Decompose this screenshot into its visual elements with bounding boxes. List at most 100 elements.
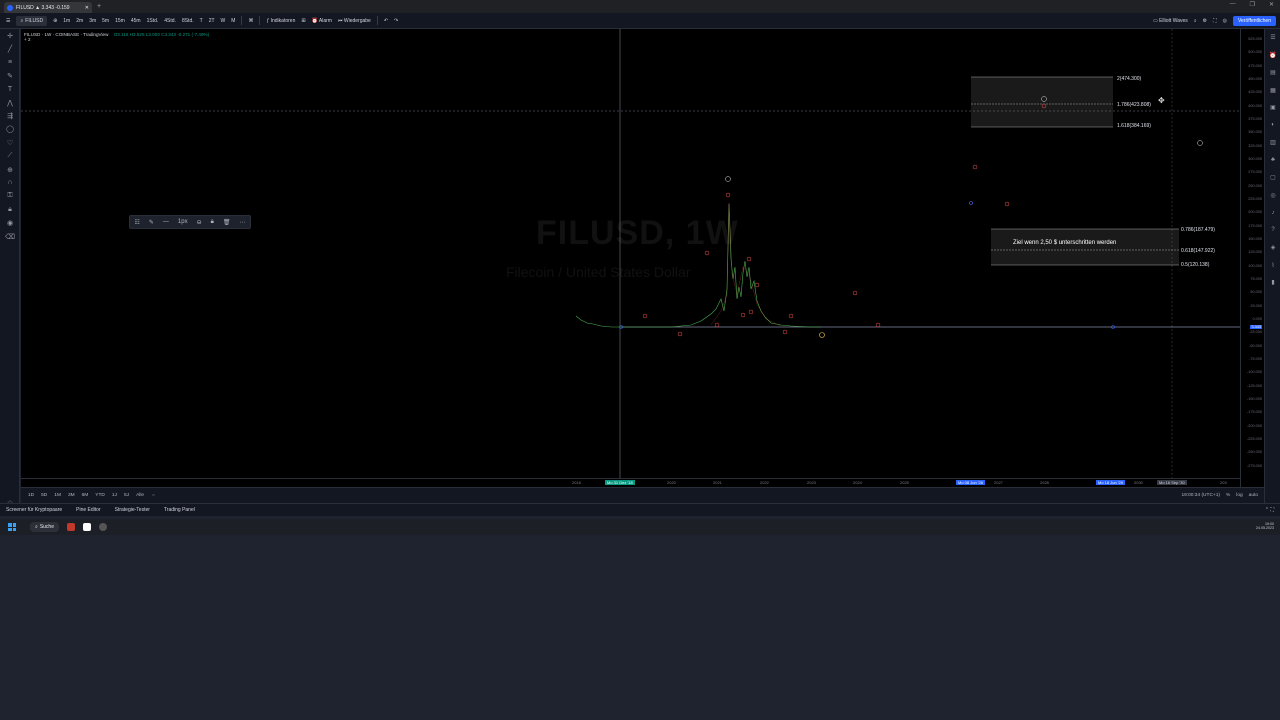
more-options-icon[interactable]: ⋯ bbox=[239, 219, 245, 226]
redo-icon[interactable]: ↷ bbox=[394, 18, 398, 24]
ruler-icon[interactable]: ⟋ bbox=[0, 150, 20, 163]
browser-tab[interactable]: FILUSD ▲ 3.343 -0.159 ✕ bbox=[4, 2, 92, 13]
layout-button[interactable]: ▭ Elliott Waves bbox=[1153, 18, 1188, 24]
drawing-settings-icon[interactable]: ☷ bbox=[135, 219, 140, 226]
shapes-icon[interactable]: ◯ bbox=[0, 123, 20, 136]
date-range-option[interactable]: 5J bbox=[124, 493, 129, 498]
publish-button[interactable]: Veröffentlichen bbox=[1233, 15, 1276, 26]
time-axis[interactable]: 2018 Mo 31 Dez '18 2020 2021 2022 2023 2… bbox=[21, 478, 1240, 487]
taskbar-clock[interactable]: 19:00 24.05.2023 bbox=[1256, 522, 1274, 530]
fib-icon[interactable]: ≡ bbox=[0, 56, 20, 69]
close-window-button[interactable]: ✕ bbox=[1269, 1, 1274, 8]
interval-option[interactable]: M bbox=[231, 18, 235, 24]
tab-strategy-tester[interactable]: Strategie-Tester bbox=[115, 507, 150, 513]
lock-drawing-icon[interactable]: ⚿ bbox=[0, 190, 20, 203]
trash-icon[interactable]: ⌫ bbox=[0, 230, 20, 243]
interval-option[interactable]: 4Std. bbox=[164, 18, 176, 24]
interval-option[interactable]: 1Std. bbox=[147, 18, 159, 24]
datawindow-icon[interactable]: ▤ bbox=[1265, 64, 1280, 82]
pattern-icon[interactable]: ⋀ bbox=[0, 96, 20, 109]
date-range-option[interactable]: 1J bbox=[112, 493, 117, 498]
percent-scale-toggle[interactable]: % bbox=[1226, 493, 1230, 498]
crosshair-icon[interactable]: ✛ bbox=[0, 29, 20, 42]
interval-option[interactable]: 2m bbox=[76, 18, 83, 24]
stats-icon[interactable]: ⌇ bbox=[1265, 257, 1280, 275]
auto-scale-toggle[interactable]: auto bbox=[1249, 493, 1258, 498]
trendline-icon[interactable]: ╱ bbox=[0, 42, 20, 55]
heart-icon[interactable]: ♡ bbox=[0, 136, 20, 149]
visibility-icon[interactable]: ◉ bbox=[0, 216, 20, 229]
interval-option[interactable]: 3m bbox=[89, 18, 96, 24]
tab-screener[interactable]: Screener für Kryptopaare bbox=[6, 507, 62, 513]
notifications-icon[interactable]: ♪ bbox=[1265, 204, 1280, 222]
object-tree-icon[interactable]: ⊖ bbox=[197, 219, 202, 226]
windows-start-icon[interactable] bbox=[8, 523, 16, 531]
menu-icon[interactable]: ☰ bbox=[6, 18, 10, 24]
news-icon[interactable]: ▥ bbox=[1265, 134, 1280, 152]
indicators-button[interactable]: ƒ Indikatoren bbox=[266, 18, 295, 24]
snapshot-icon[interactable]: ◎ bbox=[1223, 18, 1227, 24]
interval-option[interactable]: T bbox=[200, 18, 203, 24]
interval-option[interactable]: 2T bbox=[209, 18, 215, 24]
delete-drawing-icon[interactable]: 🗑︎ bbox=[223, 219, 231, 226]
text-icon[interactable]: T bbox=[0, 83, 20, 96]
date-range-option[interactable]: 1D bbox=[28, 493, 34, 498]
date-range-option[interactable]: 6M bbox=[82, 493, 89, 498]
replay-button[interactable]: ⏮ Wiedergabe bbox=[338, 18, 371, 24]
chat-icon[interactable]: ▢ bbox=[1265, 169, 1280, 187]
log-scale-toggle[interactable]: log bbox=[1236, 493, 1242, 498]
watchlist-icon[interactable]: ☰ bbox=[1265, 29, 1280, 47]
templates-icon[interactable]: ⊞ bbox=[301, 18, 305, 24]
new-tab-button[interactable]: + bbox=[97, 3, 101, 10]
search-icon[interactable]: ⌕ bbox=[1194, 18, 1197, 24]
date-range-option[interactable]: Alle bbox=[136, 493, 144, 498]
forecast-icon[interactable]: ⇶ bbox=[0, 109, 20, 122]
tab-pine-editor[interactable]: Pine Editor bbox=[76, 507, 100, 513]
date-range-option[interactable]: 1M bbox=[54, 493, 61, 498]
tab-close-icon[interactable]: ✕ bbox=[85, 5, 89, 11]
app-icon[interactable] bbox=[67, 523, 75, 531]
interval-option[interactable]: 1m bbox=[63, 18, 70, 24]
line-color-icon[interactable]: ✎ bbox=[149, 219, 154, 226]
date-range-option[interactable]: YTD bbox=[95, 493, 105, 498]
tradingview-app-icon[interactable] bbox=[83, 523, 91, 531]
calendar-icon[interactable]: ▣ bbox=[1265, 99, 1280, 117]
interval-option[interactable]: 5m bbox=[102, 18, 109, 24]
settings-icon[interactable]: ⚙ bbox=[1203, 18, 1207, 24]
chart-area[interactable]: FILUSD · 1W · COINBASE · TradingView O3.… bbox=[21, 29, 1264, 487]
hotlist-icon[interactable]: ▦ bbox=[1265, 82, 1280, 100]
bars-icon[interactable]: ▮ bbox=[1265, 274, 1280, 292]
clock-readout[interactable]: 19:00:34 (UTC+1) bbox=[1181, 493, 1220, 498]
streams-icon[interactable]: ◎ bbox=[1265, 187, 1280, 205]
price-axis[interactable]: 3.343 525.000 500.000 475.000 450.000 425.00… bbox=[1240, 29, 1264, 487]
minimize-button[interactable]: — bbox=[1230, 1, 1236, 8]
lock-icon[interactable]: 🔒︎ bbox=[0, 203, 20, 216]
line-style-icon[interactable]: — bbox=[163, 219, 169, 225]
interval-option[interactable]: 15m bbox=[115, 18, 125, 24]
date-range-option[interactable]: 3M bbox=[68, 493, 75, 498]
collapse-panel-icon[interactable]: ⌃ ⛶ bbox=[1265, 507, 1274, 513]
interval-option[interactable]: 8Std. bbox=[182, 18, 194, 24]
maximize-button[interactable]: ❐ bbox=[1250, 1, 1255, 8]
zoom-icon[interactable]: ⊕ bbox=[0, 163, 20, 176]
fullscreen-icon[interactable]: ⛶ bbox=[1213, 18, 1217, 24]
alert-button[interactable]: ⏰ Alarm bbox=[312, 18, 332, 24]
alerts-icon[interactable]: ⏰ bbox=[1265, 47, 1280, 65]
pine-icon[interactable]: ♣ bbox=[1265, 152, 1280, 170]
chart-type-icon[interactable]: ⌘ bbox=[248, 18, 253, 24]
go-to-date-icon[interactable]: ⇔ bbox=[151, 493, 156, 498]
undo-icon[interactable]: ↶ bbox=[384, 18, 388, 24]
interval-option[interactable]: 45m bbox=[131, 18, 141, 24]
lock-drawing-icon[interactable]: 🔒︎ bbox=[211, 219, 214, 226]
interval-option[interactable]: W bbox=[221, 18, 226, 24]
ideas-icon[interactable]: ◐ bbox=[1265, 117, 1280, 135]
taskbar-search[interactable]: ⌕ Suche bbox=[30, 522, 59, 532]
date-range-option[interactable]: 5D bbox=[41, 493, 47, 498]
help-icon[interactable]: ? bbox=[1265, 222, 1280, 240]
brush-icon[interactable]: ✎ bbox=[0, 69, 20, 82]
line-width-label[interactable]: 1px bbox=[178, 219, 188, 225]
tab-trading-panel[interactable]: Trading Panel bbox=[164, 507, 195, 513]
symbol-search-button[interactable]: ⌕ FILUSD bbox=[16, 15, 48, 26]
layers-icon[interactable]: ◈ bbox=[1265, 239, 1280, 257]
magnet-icon[interactable]: ∩ bbox=[0, 176, 20, 189]
